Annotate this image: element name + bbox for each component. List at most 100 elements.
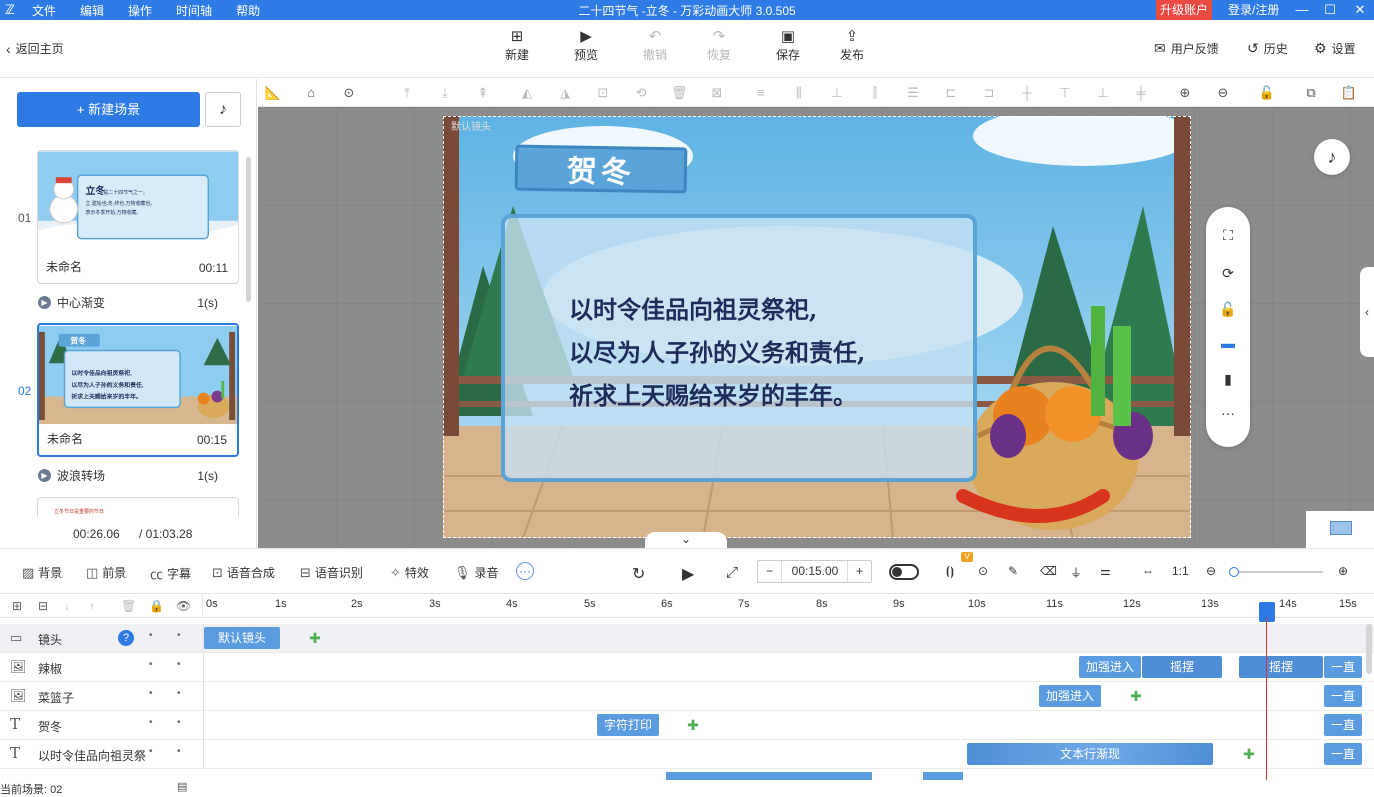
transition-2[interactable]: ▶ 波浪转场 1(s)	[38, 467, 218, 484]
clip-always[interactable]: 一直	[1324, 685, 1362, 707]
feedback-button[interactable]: ✉ 用户反馈	[1154, 40, 1219, 57]
music-icon[interactable]: ♪	[205, 92, 241, 127]
history-button[interactable]: ↺ 历史	[1247, 40, 1288, 57]
move-down-icon[interactable]: ↓	[64, 599, 70, 613]
send-back-icon[interactable]: ⤓	[436, 84, 454, 102]
add-keyframe-icon[interactable]: ✚	[1241, 746, 1257, 762]
rotate-icon[interactable]: ⟲	[632, 84, 650, 102]
visible-dot[interactable]: •	[177, 630, 181, 641]
ruler-icon[interactable]: 📐	[264, 84, 282, 102]
add-keyframe-icon[interactable]: ✚	[307, 630, 323, 646]
track-basket[interactable]: 🖼 菜篮子 • • 加强进入 ✚ 一直	[0, 682, 1374, 711]
save-button[interactable]: ▣ 保存	[768, 28, 808, 63]
layer-up-icon[interactable]: ⇞	[474, 84, 492, 102]
lock-icon[interactable]: 🔒	[149, 599, 164, 613]
clip-default-camera[interactable]: 默认镜头	[204, 627, 280, 649]
visible-dot[interactable]: •	[177, 746, 181, 757]
visible-dot[interactable]: •	[177, 659, 181, 670]
collapse-panel-button[interactable]: ⌄	[645, 532, 727, 548]
add-keyframe-icon[interactable]: ✚	[685, 717, 701, 733]
time-stepper[interactable]: − 00:15.00 +	[757, 560, 872, 583]
clip-shake[interactable]: 摇摆	[1239, 656, 1323, 678]
bracket-icon[interactable]: ⦗⦘	[946, 564, 954, 579]
scene-card-2[interactable]: 贺冬 以时令佳品向祖灵祭祀, 以尽为人子孙的义务和责任, 祈求上天赐给来岁的丰年…	[37, 323, 239, 457]
align-left-icon[interactable]: ⊏	[942, 84, 960, 102]
subtitle-button[interactable]: ㏄字幕	[150, 564, 191, 583]
zoom-out-icon[interactable]: ⊖	[1214, 84, 1232, 102]
effects-button[interactable]: ✧ 特效	[390, 564, 429, 581]
minimap[interactable]	[1306, 511, 1374, 548]
replay-icon[interactable]: ↻	[632, 564, 645, 584]
toggle-switch[interactable]	[889, 564, 919, 580]
undo-button[interactable]: ↶ 撤销	[635, 28, 675, 63]
more-circle-icon[interactable]: ⊙	[340, 84, 358, 102]
lock-dot[interactable]: •	[149, 630, 153, 641]
asr-button[interactable]: ⊟ 语音识别	[300, 564, 363, 581]
new-button[interactable]: ⊞ 新建	[497, 28, 537, 63]
crop-icon[interactable]: ⊠	[708, 84, 726, 102]
align-right-icon[interactable]: ⊐	[980, 84, 998, 102]
menu-edit[interactable]: 编辑	[80, 2, 104, 19]
lock-dot[interactable]: •	[149, 688, 153, 699]
time-input[interactable]: 00:15.00	[782, 561, 848, 582]
time-plus-button[interactable]: +	[847, 561, 871, 582]
distribute-h-icon[interactable]: ⫿	[866, 84, 884, 102]
zoom-out-icon[interactable]: ⊖	[1206, 564, 1216, 578]
fit-screen-icon[interactable]: ⛶	[1206, 227, 1250, 244]
rotate-view-icon[interactable]: ⟳	[1206, 265, 1250, 282]
lock-dot[interactable]: •	[149, 717, 153, 728]
paste-icon[interactable]: 📋	[1340, 84, 1358, 102]
more-options-icon[interactable]: ···	[516, 562, 534, 580]
clip-text-line[interactable]: 文本行渐现	[967, 743, 1213, 765]
copy-icon[interactable]: ⧉	[1302, 84, 1320, 102]
record-button[interactable]: 🎙 录音	[454, 564, 499, 581]
more-icon[interactable]: ···	[1206, 405, 1250, 421]
winter-badge[interactable]: 贺冬	[514, 144, 688, 194]
align-top2-icon[interactable]: ⊤	[1056, 84, 1074, 102]
fullscreen-icon[interactable]: ⤢	[726, 564, 738, 581]
unlock-icon[interactable]: 🔓	[1258, 84, 1276, 102]
zoom-slider-handle[interactable]	[1229, 567, 1239, 577]
filter-icon[interactable]: ⏚	[1070, 564, 1082, 581]
fit-width-icon[interactable]: ⇔	[1142, 564, 1154, 578]
back-home-button[interactable]: ‹ 返回主页	[6, 40, 64, 57]
new-layer-icon[interactable]: ⊟	[38, 599, 48, 613]
background-button[interactable]: ▨ 背景	[22, 564, 62, 581]
right-panel-toggle[interactable]: ‹	[1360, 267, 1374, 357]
publish-button[interactable]: ⇪ 发布	[832, 28, 872, 63]
menu-operate[interactable]: 操作	[128, 2, 152, 19]
scene-card-3[interactable]: 立冬节日是重要的节日	[37, 497, 239, 517]
align-bottom-icon[interactable]: ⊥	[828, 84, 846, 102]
maximize-icon[interactable]: ☐	[1318, 0, 1342, 20]
preview-button[interactable]: ▶ 预览	[566, 28, 606, 63]
text-panel[interactable]: 以时令佳品向祖灵祭祀, 以尽为人子孙的义务和责任, 祈求上天赐给来岁的丰年。	[501, 214, 977, 482]
clip-always[interactable]: 一直	[1324, 656, 1362, 678]
zoom-in-icon[interactable]: ⊕	[1338, 564, 1348, 578]
clip-always[interactable]: 一直	[1324, 743, 1362, 765]
menu-file[interactable]: 文件	[32, 2, 56, 19]
landscape-icon[interactable]: ▬	[1206, 335, 1250, 351]
visible-dot[interactable]: •	[177, 688, 181, 699]
login-link[interactable]: 登录/注册	[1228, 0, 1279, 20]
clip-always[interactable]: 一直	[1324, 714, 1362, 736]
move-up-icon[interactable]: ↑	[89, 599, 95, 613]
canvas-area[interactable]: 默认镜头 贺冬 以时令佳品向祖灵祭祀, 以尽为人子孙的义务和责任, 祈求上天赐给…	[258, 107, 1374, 548]
track-poem[interactable]: T 以时令佳品向祖灵祭 • • 文本行渐现 ✚ 一直	[0, 740, 1374, 769]
delete-icon[interactable]: 🗑	[121, 599, 136, 613]
align-bottom2-icon[interactable]: ⊥	[1094, 84, 1112, 102]
clip-partial[interactable]	[923, 772, 963, 780]
scene-scrollbar[interactable]	[246, 157, 251, 302]
minimize-icon[interactable]: —	[1290, 0, 1314, 20]
zoom-slider[interactable]	[1229, 567, 1323, 577]
delete-icon[interactable]: 🗑	[670, 84, 688, 102]
track-camera[interactable]: ▭ 镜头 ? • • 默认镜头 ✚	[0, 624, 1374, 653]
time-minus-button[interactable]: −	[758, 561, 782, 582]
clear-icon[interactable]: ⌫	[1040, 564, 1057, 578]
transition-1[interactable]: ▶ 中心渐变 1(s)	[38, 294, 218, 311]
foreground-button[interactable]: ◫ 前景	[86, 564, 126, 581]
help-icon[interactable]: ?	[118, 630, 134, 646]
portrait-icon[interactable]: ▮	[1206, 371, 1250, 388]
play-icon[interactable]: ▶	[682, 564, 694, 584]
add-folder-icon[interactable]: ⊞	[12, 599, 22, 613]
tts-button[interactable]: ⊡ 语音合成	[212, 564, 275, 581]
